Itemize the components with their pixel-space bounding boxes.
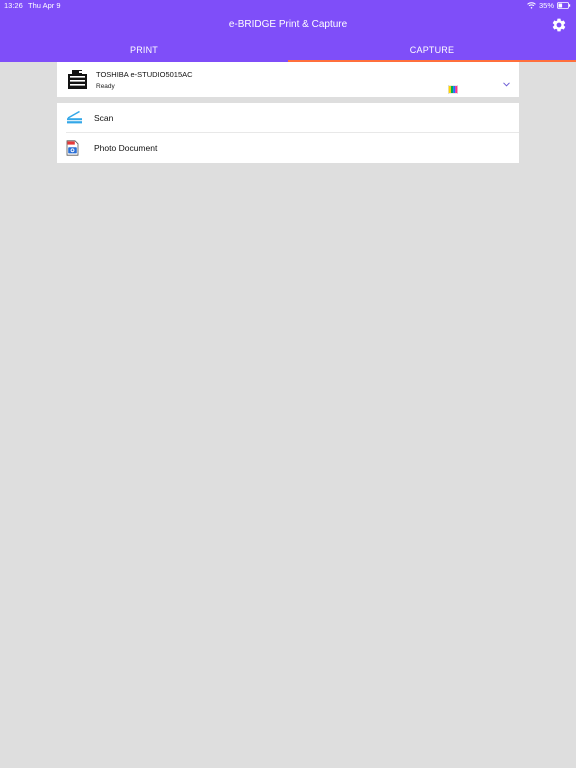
photo-document-menu-item[interactable]: Photo Document <box>57 133 519 163</box>
printer-name: TOSHIBA e-STUDIO5015AC <box>96 70 193 79</box>
status-date: Thu Apr 9 <box>28 1 61 10</box>
app-header: 13:26 Thu Apr 9 35% e-BRIDGE Print & Cap… <box>0 0 576 62</box>
chevron-down-icon[interactable] <box>503 74 510 92</box>
gear-icon <box>552 18 566 32</box>
settings-button[interactable] <box>551 17 567 33</box>
printer-selector[interactable]: TOSHIBA e-STUDIO5015AC Ready <box>57 62 519 97</box>
printer-status: Ready <box>96 83 115 90</box>
tab-capture[interactable]: CAPTURE <box>288 40 576 62</box>
battery-icon <box>557 2 571 9</box>
scan-menu-item[interactable]: Scan <box>57 103 519 133</box>
battery-percentage: 35% <box>538 1 554 10</box>
photo-document-label: Photo Document <box>94 143 158 153</box>
tab-print[interactable]: PRINT <box>0 40 288 62</box>
scan-label: Scan <box>94 113 114 123</box>
status-indicators: 35% <box>527 1 571 10</box>
status-time: 13:26 <box>4 1 23 10</box>
photo-document-icon <box>66 140 79 161</box>
color-icon <box>447 81 459 99</box>
capture-menu: Scan Photo Document <box>57 103 519 163</box>
wifi-icon <box>527 2 536 9</box>
app-title: e-BRIDGE Print & Capture <box>228 19 348 30</box>
scan-icon <box>66 110 83 130</box>
status-bar: 13:26 Thu Apr 9 35% <box>0 0 576 12</box>
printer-icon <box>67 69 88 95</box>
tab-bar: PRINT CAPTURE <box>0 40 576 62</box>
